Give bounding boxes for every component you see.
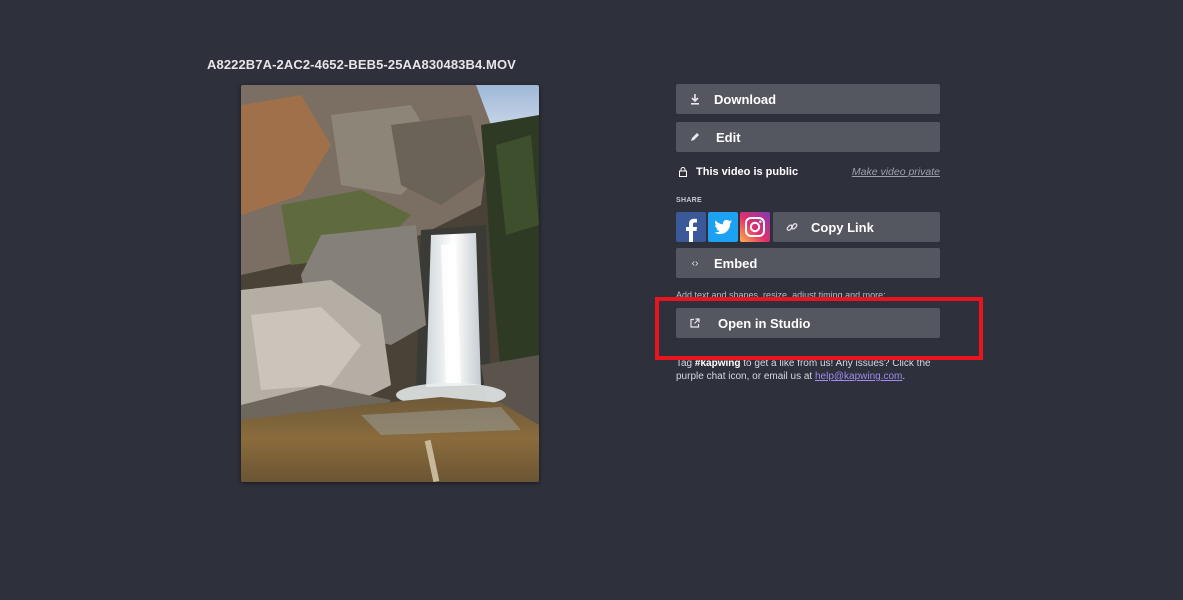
download-icon [688,92,702,106]
lock-icon [678,166,688,178]
twitter-icon [708,212,738,242]
copy-link-button[interactable]: Copy Link [773,212,940,242]
pencil-icon [688,130,702,144]
support-email-link[interactable]: help@kapwing.com [815,371,902,382]
open-in-studio-label: Open in Studio [718,315,811,331]
download-label: Download [714,91,777,107]
share-heading: SHARE [676,197,703,204]
privacy-status: This video is public [696,166,799,178]
footer-note: Tag #kapwing to get a like from us! Any … [676,357,940,383]
download-button[interactable]: Download [676,84,940,114]
privacy-row: This video is public Make video private [676,164,940,180]
waterfall-preview-image [241,85,539,482]
link-icon [785,220,799,234]
edit-label: Edit [716,129,741,145]
embed-label: Embed [714,255,758,271]
open-in-studio-button[interactable]: Open in Studio [676,308,940,338]
studio-hint: Add text and shapes, resize, adjust timi… [676,290,886,300]
code-icon: ‹› [691,257,699,269]
kapwing-hashtag: #kapwing [694,358,741,369]
instagram-share-button[interactable] [740,212,770,242]
share-page: A8222B7A-2AC2-4652-BEB5-25AA830483B4.MOV [0,0,1183,600]
facebook-share-button[interactable] [676,212,706,242]
edit-button[interactable]: Edit [676,122,940,152]
embed-button[interactable]: ‹› Embed [676,248,940,278]
footer-prefix: Tag [676,358,695,369]
make-private-link[interactable]: Make video private [852,166,940,178]
instagram-icon [740,212,770,242]
video-filename: A8222B7A-2AC2-4652-BEB5-25AA830483B4.MOV [207,57,516,72]
footer-suffix: . [902,371,906,382]
twitter-share-button[interactable] [708,212,738,242]
video-preview[interactable] [241,85,539,482]
external-link-icon [688,316,702,330]
copy-link-label: Copy Link [811,219,874,235]
facebook-icon [676,212,706,242]
